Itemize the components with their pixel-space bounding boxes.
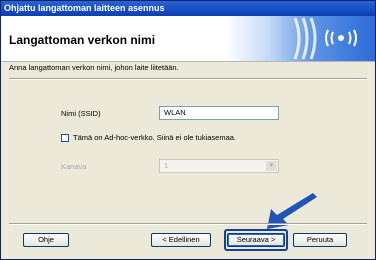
divider — [9, 78, 367, 80]
page-title: Langattoman verkon nimi — [9, 33, 156, 47]
ssid-input[interactable]: WLAN — [159, 106, 279, 120]
adhoc-checkbox[interactable] — [61, 134, 69, 142]
wizard-window: Ohjattu langattoman laitteen asennus Lan… — [0, 0, 376, 260]
wireless-banner — [225, 16, 375, 61]
adhoc-label[interactable]: Tämä on Ad-hoc-verkko. Siinä ei ole tuki… — [73, 133, 236, 142]
channel-select: 1 ▼ — [159, 159, 279, 173]
back-button[interactable]: < Edellinen — [151, 233, 211, 247]
intro-text: Anna langattoman verkon nimi, johon lait… — [9, 63, 179, 72]
help-button[interactable]: Ohje — [23, 233, 69, 247]
ssid-label: Nimi (SSID) — [61, 109, 101, 118]
channel-value: 1 — [164, 161, 169, 170]
divider — [9, 223, 367, 225]
cancel-button[interactable]: Peruuta — [293, 233, 347, 247]
next-button[interactable]: Seuraava > — [227, 233, 285, 247]
wizard-header: Langattoman verkon nimi — [1, 16, 375, 62]
wireless-icon — [293, 17, 357, 60]
window-title: Ohjattu langattoman laitteen asennus — [1, 1, 375, 16]
chevron-down-icon: ▼ — [266, 161, 277, 171]
channel-label: Kanava — [61, 162, 87, 171]
